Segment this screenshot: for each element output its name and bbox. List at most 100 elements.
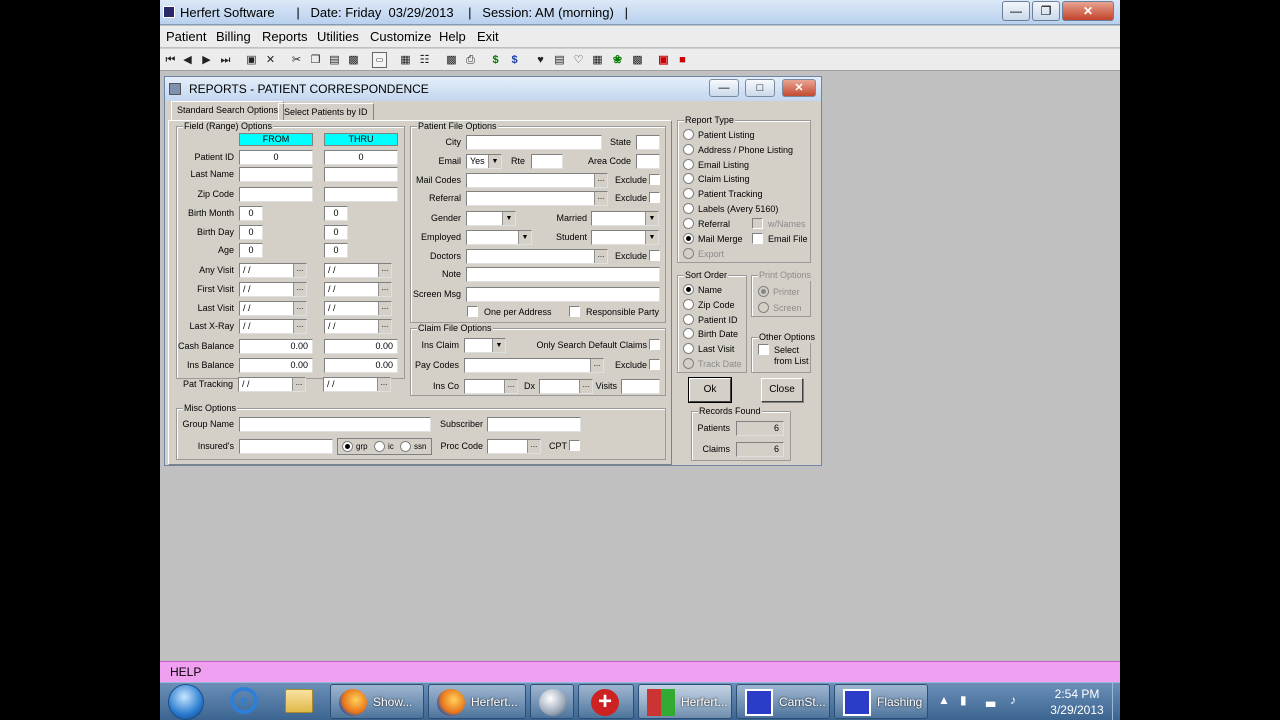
radio-sort-patient-id[interactable] <box>683 314 694 325</box>
radio-sort-last-visit[interactable] <box>683 343 694 354</box>
radio-mail-merge[interactable] <box>683 233 694 244</box>
taskbar-item-medical[interactable]: + <box>578 684 634 719</box>
first-record-icon[interactable]: ⏮ <box>163 52 178 68</box>
one-per-address-checkbox[interactable] <box>467 306 478 317</box>
internet-explorer-icon[interactable]: e <box>230 687 258 714</box>
last-xray-thru[interactable]: / /... <box>324 319 392 334</box>
referral-lookup-button[interactable]: ... <box>594 192 607 205</box>
calc-icon[interactable]: ▦ <box>398 52 413 68</box>
menu-customize[interactable]: Customize <box>370 29 431 44</box>
tab-select-by-id[interactable]: Select Patients by ID <box>278 103 374 121</box>
group-name-field[interactable] <box>239 417 431 432</box>
start-button[interactable] <box>168 684 204 720</box>
patient-id-thru[interactable]: 0 <box>324 150 398 165</box>
doctors-lookup-button[interactable]: ... <box>594 250 607 263</box>
radio-sort-name[interactable] <box>683 284 694 295</box>
radio-sort-birth-date[interactable] <box>683 328 694 339</box>
pat-tracking-thru-lookup-button[interactable]: ... <box>377 378 390 391</box>
radio-ic[interactable] <box>374 441 385 452</box>
last-visit-from-lookup-button[interactable]: ... <box>293 302 306 315</box>
cash-balance-thru[interactable]: 0.00 <box>324 339 398 354</box>
cut-icon[interactable]: ✂ <box>289 52 304 68</box>
rte-field[interactable] <box>531 154 563 169</box>
close-dialog-button[interactable]: Close <box>761 378 803 402</box>
tooth-icon[interactable]: ♡ <box>571 52 586 68</box>
delete-icon[interactable]: ✕ <box>263 52 278 68</box>
system-clock[interactable]: 2:54 PM 3/29/2013 <box>1042 686 1112 718</box>
first-visit-from-lookup-button[interactable]: ... <box>293 283 306 296</box>
menu-patient[interactable]: Patient <box>166 29 206 44</box>
report-icon[interactable]: ▦ <box>590 52 605 68</box>
mail-codes-exclude-checkbox[interactable] <box>649 174 660 185</box>
lock-icon[interactable]: ▩ <box>630 52 645 68</box>
any-visit-thru-lookup-button[interactable]: ... <box>378 264 391 277</box>
last-record-icon[interactable]: ⏭ <box>218 52 233 68</box>
maximize-button[interactable]: ❐ <box>1032 1 1060 21</box>
print-icon[interactable]: ⎙ <box>463 52 478 68</box>
last-name-thru[interactable] <box>324 167 398 182</box>
state-field[interactable] <box>636 135 660 150</box>
dollar-box-icon[interactable]: ❀ <box>610 52 625 68</box>
last-visit-from[interactable]: / /... <box>239 301 307 316</box>
file-explorer-icon[interactable] <box>285 689 313 713</box>
dialog-minimize-button[interactable]: — <box>709 79 739 97</box>
radio-sort-track-date[interactable] <box>683 358 694 369</box>
doctors-field[interactable]: ... <box>466 249 608 264</box>
wnames-checkbox[interactable] <box>752 218 763 229</box>
pat-tracking-from-lookup-button[interactable]: ... <box>292 378 305 391</box>
taskbar-item-firefox-herfert[interactable]: Herfert... <box>428 684 526 719</box>
ins-co-field[interactable]: ... <box>464 379 518 394</box>
pay-codes-exclude-checkbox[interactable] <box>649 359 660 370</box>
birth-day-from[interactable]: 0 <box>239 225 263 240</box>
last-visit-thru[interactable]: / /... <box>324 301 392 316</box>
paste-special-icon[interactable]: ▩ <box>346 52 361 68</box>
power-icon[interactable]: ▮ <box>960 693 967 707</box>
volume-icon[interactable]: ♪ <box>1010 693 1016 707</box>
employed-select[interactable]: ▼ <box>466 230 532 245</box>
screen-msg-field[interactable] <box>466 287 660 302</box>
ins-co-lookup-button[interactable]: ... <box>504 380 517 393</box>
tab-standard-search[interactable]: Standard Search Options <box>171 101 285 121</box>
close-button[interactable]: ✕ <box>1062 1 1114 21</box>
zip-code-from[interactable] <box>239 187 313 202</box>
pay-codes-lookup-button[interactable]: ... <box>590 359 603 372</box>
taskbar-item-herfert-app[interactable]: Herfert... <box>638 684 732 719</box>
radio-sort-zip[interactable] <box>683 299 694 310</box>
note-field[interactable] <box>466 267 660 282</box>
referral-field[interactable]: ... <box>466 191 608 206</box>
email-file-checkbox[interactable] <box>752 233 763 244</box>
age-from[interactable]: 0 <box>239 243 263 258</box>
first-visit-from[interactable]: / /... <box>239 282 307 297</box>
pay-codes-field[interactable]: ... <box>464 358 604 373</box>
subscriber-field[interactable] <box>487 417 581 432</box>
radio-printer[interactable] <box>758 286 769 297</box>
ins-balance-from[interactable]: 0.00 <box>239 358 313 373</box>
dialog-close-button[interactable]: ✕ <box>782 79 816 97</box>
radio-ssn[interactable] <box>400 441 411 452</box>
pat-tracking-thru[interactable]: / /... <box>323 377 391 392</box>
ins-balance-thru[interactable]: 0.00 <box>324 358 398 373</box>
married-select[interactable]: ▼ <box>591 211 659 226</box>
radio-address-phone-listing[interactable] <box>683 144 694 155</box>
mail-codes-lookup-button[interactable]: ... <box>594 174 607 187</box>
age-thru[interactable]: 0 <box>324 243 348 258</box>
credit-icon[interactable]: $ <box>507 52 522 68</box>
last-xray-from[interactable]: / /... <box>239 319 307 334</box>
only-search-default-checkbox[interactable] <box>649 339 660 350</box>
prev-record-icon[interactable]: ◀ <box>180 52 195 68</box>
ok-button[interactable]: Ok <box>688 377 732 403</box>
cpt-checkbox[interactable] <box>569 440 580 451</box>
pat-tracking-from[interactable]: / /... <box>238 377 306 392</box>
radio-labels[interactable] <box>683 203 694 214</box>
any-visit-thru[interactable]: / /... <box>324 263 392 278</box>
email-select[interactable]: Yes ▼ <box>466 154 502 169</box>
doctors-exclude-checkbox[interactable] <box>649 250 660 261</box>
ins-claim-select[interactable]: ▼ <box>464 338 506 353</box>
chevron-down-icon[interactable]: ▼ <box>502 212 515 225</box>
chevron-down-icon[interactable]: ▼ <box>488 155 501 168</box>
menu-exit[interactable]: Exit <box>477 29 499 44</box>
dialog-title-bar[interactable]: REPORTS - PATIENT CORRESPONDENCE — □ ✕ <box>165 77 821 101</box>
gender-select[interactable]: ▼ <box>466 211 516 226</box>
first-visit-thru-lookup-button[interactable]: ... <box>378 283 391 296</box>
area-code-field[interactable] <box>636 154 660 169</box>
